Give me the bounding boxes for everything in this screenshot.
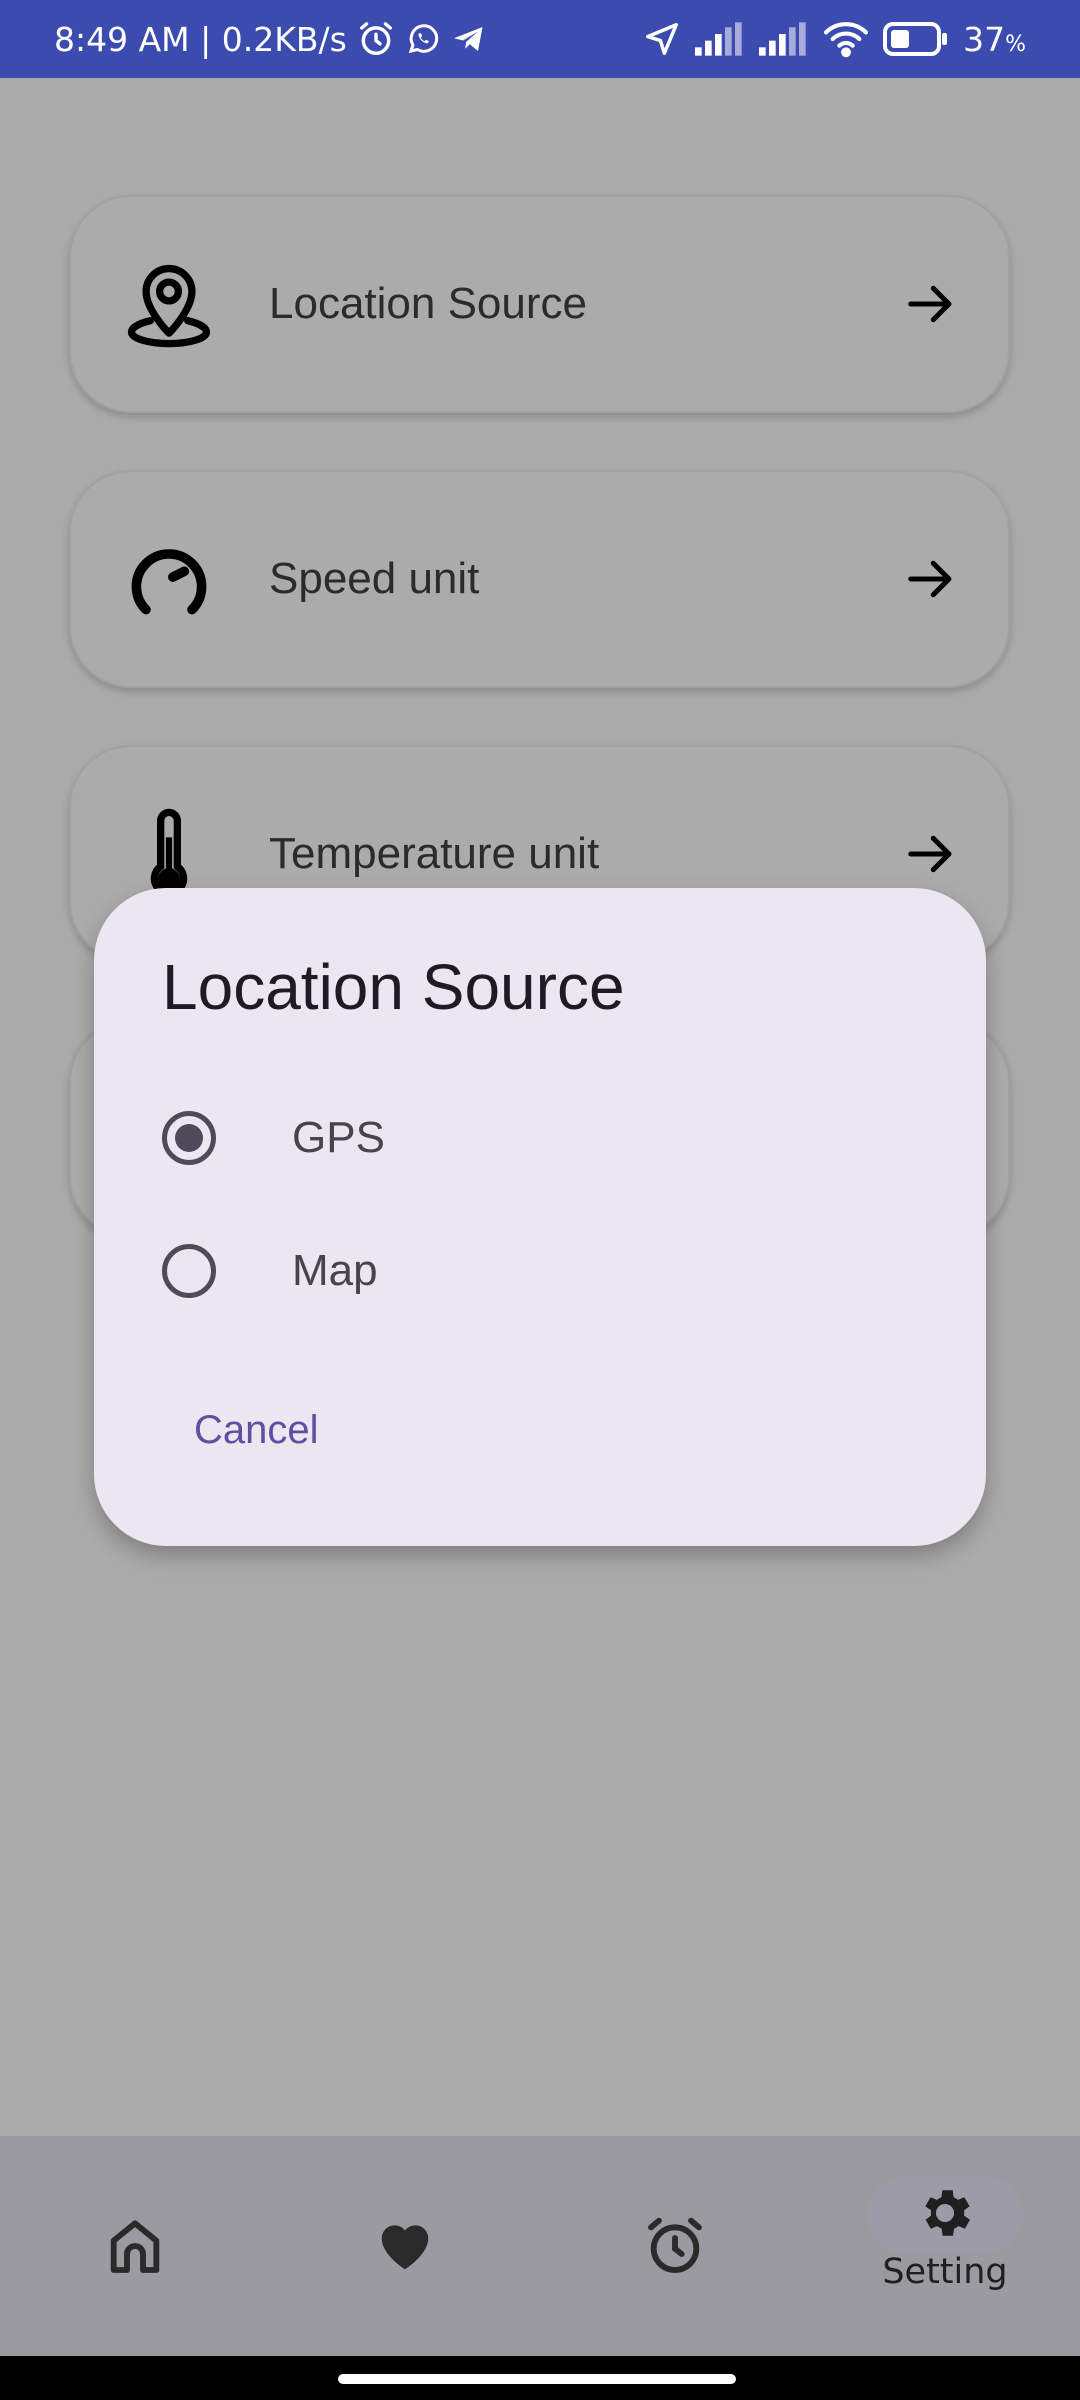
setting-location-source[interactable]: Location Source bbox=[69, 195, 1010, 413]
nav-label-setting: Setting bbox=[882, 2252, 1008, 2292]
gear-icon bbox=[925, 2190, 971, 2236]
home-icon bbox=[110, 2220, 160, 2273]
bottom-navigation: Setting bbox=[0, 2136, 1080, 2356]
location-source-dialog: Location Source GPS Map Cancel bbox=[94, 888, 986, 1546]
battery-unit: % bbox=[1005, 31, 1026, 57]
status-left: 8:49 AM | 0.2KB/s bbox=[54, 20, 487, 59]
heart-icon bbox=[381, 2225, 429, 2270]
speedometer-icon bbox=[119, 529, 219, 629]
nav-alarm[interactable] bbox=[540, 2136, 810, 2356]
status-right: 37% bbox=[643, 20, 1026, 59]
nav-favorites[interactable] bbox=[270, 2136, 540, 2356]
alarm-status-icon bbox=[357, 20, 395, 58]
setting-label: Temperature unit bbox=[269, 829, 600, 878]
option-map[interactable]: Map bbox=[162, 1231, 378, 1311]
telegram-icon bbox=[451, 21, 487, 57]
status-bar: 8:49 AM | 0.2KB/s 37% bbox=[0, 0, 1080, 78]
option-label: Map bbox=[292, 1246, 378, 1295]
arrow-right-icon bbox=[908, 285, 952, 323]
gesture-bar bbox=[0, 2356, 1080, 2400]
arrow-right-icon bbox=[908, 835, 952, 873]
option-gps[interactable]: GPS bbox=[162, 1098, 385, 1178]
cancel-button[interactable]: Cancel bbox=[194, 1408, 319, 1453]
option-label: GPS bbox=[292, 1113, 385, 1162]
battery-icon bbox=[883, 22, 949, 56]
radio-button-map[interactable] bbox=[162, 1244, 216, 1298]
status-time: 8:49 AM | 0.2KB/s bbox=[54, 19, 347, 59]
nav-home[interactable] bbox=[0, 2136, 270, 2356]
setting-label: Location Source bbox=[269, 279, 587, 328]
arrow-right-icon bbox=[908, 560, 952, 598]
setting-label: Speed unit bbox=[269, 554, 480, 603]
location-pin-icon bbox=[119, 254, 219, 354]
whatsapp-icon bbox=[405, 21, 441, 57]
home-gesture-handle[interactable] bbox=[338, 2374, 736, 2384]
dialog-title: Location Source bbox=[162, 951, 625, 1023]
battery-level: 37% bbox=[963, 19, 1026, 59]
signal-icon bbox=[695, 22, 745, 56]
wifi-icon bbox=[823, 20, 869, 58]
signal-icon-2 bbox=[759, 22, 809, 56]
location-arrow-icon bbox=[643, 20, 681, 58]
radio-button-gps[interactable] bbox=[162, 1111, 216, 1165]
setting-speed-unit[interactable]: Speed unit bbox=[69, 470, 1010, 688]
nav-setting[interactable]: Setting bbox=[810, 2136, 1080, 2356]
alarm-clock-icon bbox=[648, 2217, 702, 2273]
